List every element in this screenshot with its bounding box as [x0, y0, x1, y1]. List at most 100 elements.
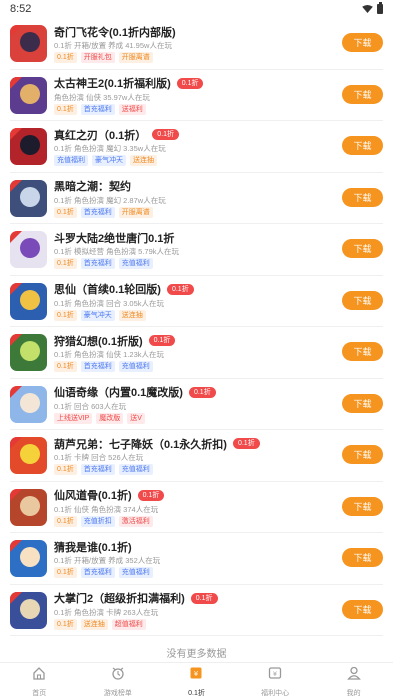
game-title[interactable]: 黑暗之潮：契约 [54, 178, 131, 194]
discount-badge: 0.1折 [137, 489, 165, 501]
download-button[interactable]: 下载 [342, 393, 383, 413]
discount-badge: 0.1折 [166, 283, 194, 295]
title-line: 斗罗大陆2绝世唐门0.1折 [54, 230, 323, 245]
download-button[interactable]: 下载 [342, 187, 383, 207]
game-icon[interactable] [10, 25, 47, 62]
game-row[interactable]: 奇门飞花令(0.1折内部版) 0.1折 开箱/放置 养成 41.95w人在玩 0.1… [10, 18, 383, 70]
game-icon[interactable] [10, 334, 47, 371]
wifi-icon [362, 5, 373, 13]
game-tag: 充值福利 [118, 258, 153, 269]
welfare-icon: ¥ [267, 665, 283, 686]
tab-label: 福利中心 [261, 690, 290, 697]
tag-list: 0.1折 首充福利 充值福利 [54, 361, 323, 372]
tab-profile[interactable]: 我的 [314, 663, 393, 700]
tag-list: 0.1折 充值折扣 激活福利 [54, 515, 323, 527]
tag-list: 0.1折 首充福利 送福利 [54, 103, 323, 115]
download-button[interactable]: 下载 [342, 84, 383, 104]
title-line: 猜我是谁(0.1折) [54, 539, 323, 554]
tag-list: 0.1折 首充福利 开服离谱 [54, 206, 323, 218]
tab-discount[interactable]: ¥0.1折 [157, 663, 236, 700]
game-tag: 魔改版 [96, 412, 124, 424]
profile-icon [346, 665, 362, 686]
tag-list: 0.1折 首充福利 充值福利 [54, 464, 323, 475]
game-title[interactable]: 思仙（首续0.1轮回版) [54, 281, 161, 297]
game-icon[interactable] [10, 540, 47, 577]
game-title[interactable]: 大掌门2（超级折扣满福利) [54, 590, 185, 606]
discount-badge: 0.1折 [188, 386, 216, 398]
title-line: 太古神王2(0.1折福利版) 0.1折 [54, 76, 323, 91]
download-button[interactable]: 下载 [342, 599, 383, 619]
tab-welfare[interactable]: ¥ 福利中心 [236, 663, 315, 700]
game-description: 角色扮演 仙侠 35.97w人在玩 [54, 92, 150, 102]
download-button[interactable]: 下载 [342, 548, 383, 567]
game-title[interactable]: 斗罗大陆2绝世唐门0.1折 [54, 230, 174, 246]
game-row[interactable]: 葫芦兄弟：七子降妖（0.1永久折扣) 0.1折 0.1折 卡牌 回合 526人在玩 0… [10, 430, 383, 482]
game-icon[interactable] [10, 591, 47, 629]
game-title[interactable]: 葫芦兄弟：七子降妖（0.1永久折扣) [54, 436, 227, 452]
game-title[interactable]: 仙语奇缘（内置0.1魔改版) [54, 384, 183, 400]
game-row[interactable]: 思仙（首续0.1轮回版) 0.1折 0.1折 角色扮演 回合 3.05k人在玩 0.1… [10, 276, 383, 327]
game-description: 0.1折 模拟经营 角色扮演 5.79k人在玩 [54, 247, 180, 256]
download-button[interactable]: 下载 [342, 445, 383, 464]
status-icons [362, 2, 383, 14]
game-icon[interactable] [10, 231, 47, 268]
game-tag: 首充福利 [80, 206, 115, 218]
game-description: 0.1折 角色扮演 回合 3.05k人在玩 [54, 298, 165, 308]
title-line: 仙语奇缘（内置0.1魔改版) 0.1折 [54, 385, 323, 400]
game-row[interactable]: 斗罗大陆2绝世唐门0.1折 0.1折 模拟经营 角色扮演 5.79k人在玩 0.1折… [10, 224, 383, 276]
game-tag: 开服离谱 [118, 52, 153, 63]
game-tag: 送V [127, 412, 145, 424]
title-line: 狩猎幻想(0.1折版) 0.1折 [54, 333, 323, 348]
download-button[interactable]: 下载 [342, 496, 383, 516]
tab-home[interactable]: 首页 [0, 663, 79, 700]
game-tag: 首充福利 [80, 103, 115, 115]
game-info: 葫芦兄弟：七子降妖（0.1永久折扣) 0.1折 0.1折 卡牌 回合 526人在玩 0… [54, 436, 323, 475]
game-tag: 首充福利 [80, 361, 115, 372]
game-tag: 首充福利 [80, 567, 115, 578]
game-description: 0.1折 仙侠 角色扮演 374人在玩 [54, 504, 159, 514]
game-row[interactable]: 狩猎幻想(0.1折版) 0.1折 0.1折 角色扮演 仙侠 1.23k人在玩 0.1折… [10, 327, 383, 379]
game-row[interactable]: 黑暗之潮：契约 0.1折 角色扮演 魔幻 2.87w人在玩 0.1折 首充福利 开服离谱… [10, 173, 383, 224]
game-title[interactable]: 真红之刃（0.1折） [54, 127, 146, 143]
tab-ranking[interactable]: 游戏榜单 [79, 663, 158, 700]
bottom-tab-bar: 首页 游戏榜单 ¥0.1折 ¥ 福利中心 我的 [0, 662, 393, 700]
game-info: 狩猎幻想(0.1折版) 0.1折 0.1折 角色扮演 仙侠 1.23k人在玩 0.1折… [54, 333, 323, 372]
game-icon[interactable] [10, 128, 47, 165]
game-row[interactable]: 真红之刃（0.1折） 0.1折 0.1折 角色扮演 魔幻 3.35w人在玩 充值福利豪… [10, 121, 383, 173]
download-button[interactable]: 下载 [342, 290, 383, 310]
game-row[interactable]: 仙风道骨(0.1折) 0.1折 0.1折 仙侠 角色扮演 374人在玩 0.1折 充值折… [10, 482, 383, 533]
game-icon[interactable] [10, 437, 47, 474]
game-tag: 激活福利 [118, 515, 153, 527]
tag-list: 0.1折 豪气冲天 送连抽 [54, 309, 323, 321]
discount-badge: 0.1折 [190, 592, 218, 604]
game-title[interactable]: 奇门飞花令(0.1折内部版) [54, 24, 176, 40]
game-title[interactable]: 仙风道骨(0.1折) [54, 487, 132, 503]
game-icon[interactable] [10, 385, 47, 423]
game-icon[interactable] [10, 282, 47, 320]
game-icon[interactable] [10, 488, 47, 526]
game-tag: 上线送VIP [54, 412, 93, 424]
discount-badge: 0.1折 [148, 335, 176, 346]
game-title[interactable]: 狩猎幻想(0.1折版) [54, 333, 143, 349]
game-description: 0.1折 角色扮演 仙侠 1.23k人在玩 [54, 350, 165, 359]
game-row[interactable]: 大掌门2（超级折扣满福利) 0.1折 0.1折 角色扮演 卡牌 263人在玩 0.1折… [10, 585, 383, 636]
game-icon[interactable] [10, 179, 47, 217]
game-icon[interactable] [10, 76, 47, 114]
download-button[interactable]: 下载 [342, 33, 383, 52]
download-button[interactable]: 下载 [342, 239, 383, 258]
game-info: 大掌门2（超级折扣满福利) 0.1折 0.1折 角色扮演 卡牌 263人在玩 0.1折… [54, 591, 323, 630]
title-line: 真红之刃（0.1折） 0.1折 [54, 127, 323, 142]
status-time: 8:52 [10, 3, 32, 15]
game-row[interactable]: 猜我是谁(0.1折) 0.1折 开箱/放置 养成 352人在玩 0.1折 首充福利 充值… [10, 533, 383, 585]
game-tag: 0.1折 [54, 618, 77, 630]
download-button[interactable]: 下载 [342, 342, 383, 361]
download-button[interactable]: 下载 [342, 136, 383, 155]
game-title[interactable]: 太古神王2(0.1折福利版) [54, 75, 171, 91]
game-list[interactable]: 奇门飞花令(0.1折内部版) 0.1折 开箱/放置 养成 41.95w人在玩 0.1… [0, 18, 393, 662]
game-row[interactable]: 仙语奇缘（内置0.1魔改版) 0.1折 0.1折 回合 603人在玩 上线送VIP 魔改… [10, 379, 383, 430]
game-title[interactable]: 猜我是谁(0.1折) [54, 539, 132, 555]
game-info: 斗罗大陆2绝世唐门0.1折 0.1折 模拟经营 角色扮演 5.79k人在玩 0.1折… [54, 230, 323, 269]
discount-badge: 0.1折 [232, 438, 260, 449]
game-row[interactable]: 太古神王2(0.1折福利版) 0.1折 角色扮演 仙侠 35.97w人在玩 0.1折首… [10, 70, 383, 121]
game-tag: 0.1折 [54, 103, 77, 115]
